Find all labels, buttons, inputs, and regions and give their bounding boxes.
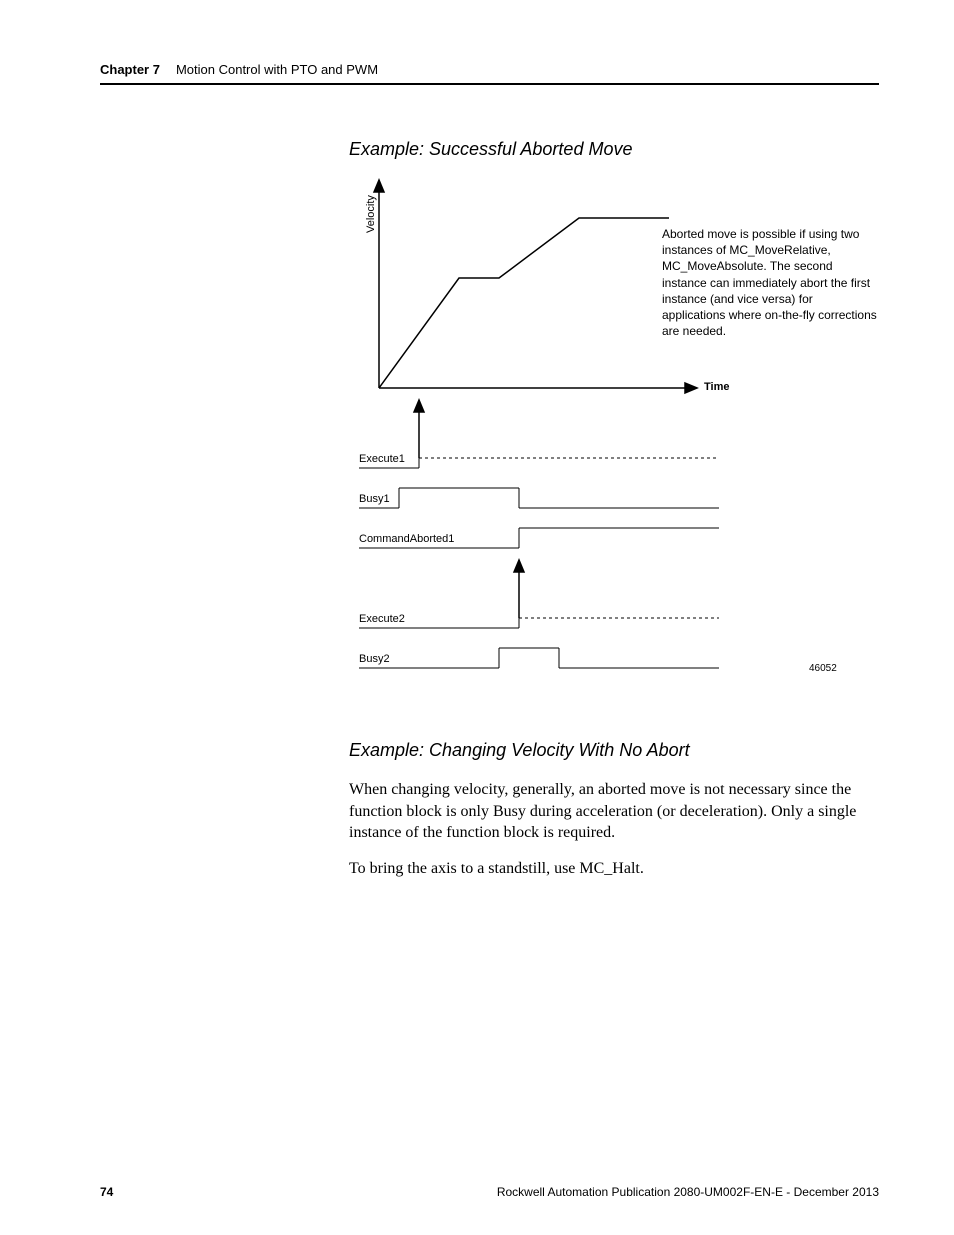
publication-line: Rockwell Automation Publication 2080-UM0… <box>497 1185 879 1199</box>
chapter-title: Motion Control with PTO and PWM <box>176 62 378 77</box>
page-number: 74 <box>100 1185 113 1199</box>
signal-label-busy2: Busy2 <box>359 653 390 665</box>
example2-para1: When changing velocity, generally, an ab… <box>349 779 879 844</box>
chapter-label: Chapter 7 <box>100 62 160 77</box>
document-page: Chapter 7 Motion Control with PTO and PW… <box>0 0 954 1235</box>
example2-heading: Example: Changing Velocity With No Abort <box>349 740 879 761</box>
main-content: Example: Successful Aborted Move <box>349 139 879 698</box>
figure-number: 46052 <box>809 663 837 674</box>
signal-label-commandaborted1: CommandAborted1 <box>359 533 454 545</box>
velocity-axis-label: Velocity <box>365 195 377 233</box>
example2-section: Example: Changing Velocity With No Abort… <box>349 740 879 879</box>
diagram-annotation: Aborted move is possible if using two in… <box>662 226 877 339</box>
timing-diagram: Velocity Time Aborted move is possible i… <box>349 178 879 698</box>
header-rule <box>100 83 879 85</box>
example2-para2: To bring the axis to a standstill, use M… <box>349 858 879 880</box>
page-header: Chapter 7 Motion Control with PTO and PW… <box>100 62 879 85</box>
page-footer: 74 Rockwell Automation Publication 2080-… <box>100 1185 879 1199</box>
signal-label-execute2: Execute2 <box>359 613 405 625</box>
example1-heading: Example: Successful Aborted Move <box>349 139 879 160</box>
time-axis-label: Time <box>704 381 729 393</box>
signal-label-execute1: Execute1 <box>359 453 405 465</box>
header-row: Chapter 7 Motion Control with PTO and PW… <box>100 62 879 77</box>
signal-label-busy1: Busy1 <box>359 493 390 505</box>
